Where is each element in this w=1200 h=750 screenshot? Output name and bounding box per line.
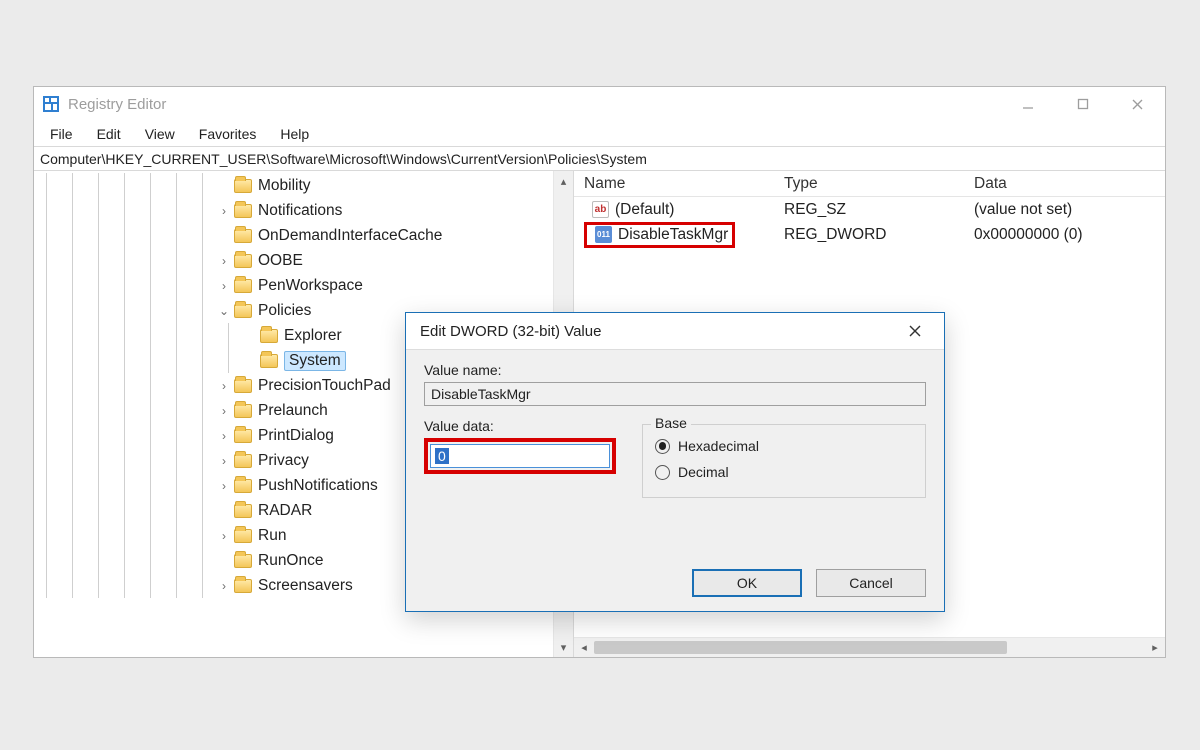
- hscroll-left-icon[interactable]: ◂: [574, 641, 594, 654]
- tree-item[interactable]: ›Notifications: [34, 198, 553, 223]
- window-title: Registry Editor: [68, 96, 166, 113]
- col-header-type[interactable]: Type: [784, 175, 974, 193]
- address-text: Computer\HKEY_CURRENT_USER\Software\Micr…: [40, 151, 647, 167]
- folder-icon: [234, 429, 252, 443]
- list-row[interactable]: 011 DisableTaskMgr REG_DWORD0x00000000 (0): [574, 222, 1165, 247]
- value-type: REG_SZ: [784, 201, 974, 219]
- value-data: 0x00000000 (0): [974, 226, 1165, 244]
- col-header-name[interactable]: Name: [574, 175, 784, 193]
- address-bar[interactable]: Computer\HKEY_CURRENT_USER\Software\Micr…: [34, 147, 1165, 171]
- value-name-text: DisableTaskMgr: [431, 386, 531, 402]
- close-button[interactable]: [1110, 87, 1165, 121]
- minimize-button[interactable]: [1000, 87, 1055, 121]
- folder-icon: [234, 204, 252, 218]
- tree-item-label: Mobility: [258, 177, 311, 195]
- value-name-field: DisableTaskMgr: [424, 382, 926, 406]
- dialog-titlebar: Edit DWORD (32-bit) Value: [406, 313, 944, 349]
- menu-file[interactable]: File: [40, 124, 83, 144]
- app-icon: [42, 95, 60, 113]
- tree-item-label: Explorer: [284, 327, 342, 345]
- tree-item-label: OOBE: [258, 252, 303, 270]
- list-hscrollbar[interactable]: ◂ ▸: [574, 637, 1165, 657]
- tree-item-label: Notifications: [258, 202, 342, 220]
- folder-icon: [234, 579, 252, 593]
- list-header: Name Type Data: [574, 171, 1165, 197]
- folder-icon: [234, 379, 252, 393]
- radio-hex-label: Hexadecimal: [678, 438, 759, 454]
- tree-item-label: Run: [258, 527, 286, 545]
- tree-item[interactable]: OnDemandInterfaceCache: [34, 223, 553, 248]
- folder-icon: [234, 504, 252, 518]
- folder-icon: [234, 554, 252, 568]
- radio-decimal[interactable]: Decimal: [655, 459, 913, 485]
- edit-dword-dialog: Edit DWORD (32-bit) Value Value name: Di…: [405, 312, 945, 612]
- tree-item-label: Screensavers: [258, 577, 353, 595]
- ok-button[interactable]: OK: [692, 569, 802, 597]
- scroll-down-icon[interactable]: ▾: [554, 637, 573, 657]
- dialog-title: Edit DWORD (32-bit) Value: [420, 323, 601, 340]
- titlebar: Registry Editor: [34, 87, 1165, 121]
- tree-item-label: RADAR: [258, 502, 312, 520]
- folder-icon: [234, 529, 252, 543]
- menu-view[interactable]: View: [135, 124, 185, 144]
- menubar: File Edit View Favorites Help: [34, 121, 1165, 147]
- value-data-highlight: 0: [424, 438, 616, 474]
- cancel-button[interactable]: Cancel: [816, 569, 926, 597]
- tree-item[interactable]: ›PenWorkspace: [34, 273, 553, 298]
- tree-item-label: OnDemandInterfaceCache: [258, 227, 442, 245]
- string-value-icon: ab: [592, 201, 609, 218]
- value-data-input[interactable]: 0: [430, 444, 610, 468]
- tree-item-label: System: [284, 351, 346, 371]
- tree-item-label: PrintDialog: [258, 427, 334, 445]
- folder-icon: [260, 354, 278, 368]
- value-data-text: 0: [435, 448, 449, 464]
- value-name: (Default): [615, 201, 674, 219]
- tree-item-label: RunOnce: [258, 552, 323, 570]
- folder-icon: [234, 479, 252, 493]
- radio-hex-icon: [655, 439, 670, 454]
- tree-item[interactable]: Mobility: [34, 173, 553, 198]
- dialog-close-button[interactable]: [896, 316, 934, 346]
- tree-item-label: PrecisionTouchPad: [258, 377, 391, 395]
- base-legend: Base: [651, 415, 691, 431]
- folder-icon: [234, 404, 252, 418]
- folder-icon: [260, 329, 278, 343]
- folder-icon: [234, 254, 252, 268]
- menu-edit[interactable]: Edit: [87, 124, 131, 144]
- base-groupbox: Base Hexadecimal Decimal: [642, 424, 926, 498]
- folder-icon: [234, 179, 252, 193]
- list-row[interactable]: ab (Default) REG_SZ(value not set): [574, 197, 1165, 222]
- folder-icon: [234, 454, 252, 468]
- value-name: DisableTaskMgr: [618, 226, 728, 244]
- value-data-label: Value data:: [424, 418, 624, 434]
- tree-item-label: PenWorkspace: [258, 277, 363, 295]
- value-type: REG_DWORD: [784, 226, 974, 244]
- radio-dec-icon: [655, 465, 670, 480]
- tree-item[interactable]: ›OOBE: [34, 248, 553, 273]
- cancel-label: Cancel: [849, 575, 893, 591]
- maximize-button[interactable]: [1055, 87, 1110, 121]
- hscroll-track[interactable]: [594, 638, 1145, 657]
- ok-label: OK: [737, 575, 757, 591]
- dword-value-icon: 011: [595, 226, 612, 243]
- value-data: (value not set): [974, 201, 1165, 219]
- value-name-label: Value name:: [424, 362, 926, 378]
- tree-item-label: Privacy: [258, 452, 309, 470]
- radio-hexadecimal[interactable]: Hexadecimal: [655, 433, 913, 459]
- menu-favorites[interactable]: Favorites: [189, 124, 267, 144]
- radio-dec-label: Decimal: [678, 464, 729, 480]
- folder-icon: [234, 304, 252, 318]
- highlight-box: 011 DisableTaskMgr: [584, 222, 735, 248]
- tree-item-label: Policies: [258, 302, 311, 320]
- tree-item-label: Prelaunch: [258, 402, 328, 420]
- tree-item-label: PushNotifications: [258, 477, 378, 495]
- menu-help[interactable]: Help: [270, 124, 319, 144]
- hscroll-thumb[interactable]: [594, 641, 1007, 654]
- folder-icon: [234, 229, 252, 243]
- dialog-body: Value name: DisableTaskMgr Value data: 0…: [406, 349, 944, 611]
- hscroll-right-icon[interactable]: ▸: [1145, 641, 1165, 654]
- scroll-up-icon[interactable]: ▴: [554, 171, 573, 191]
- folder-icon: [234, 279, 252, 293]
- col-header-data[interactable]: Data: [974, 175, 1165, 193]
